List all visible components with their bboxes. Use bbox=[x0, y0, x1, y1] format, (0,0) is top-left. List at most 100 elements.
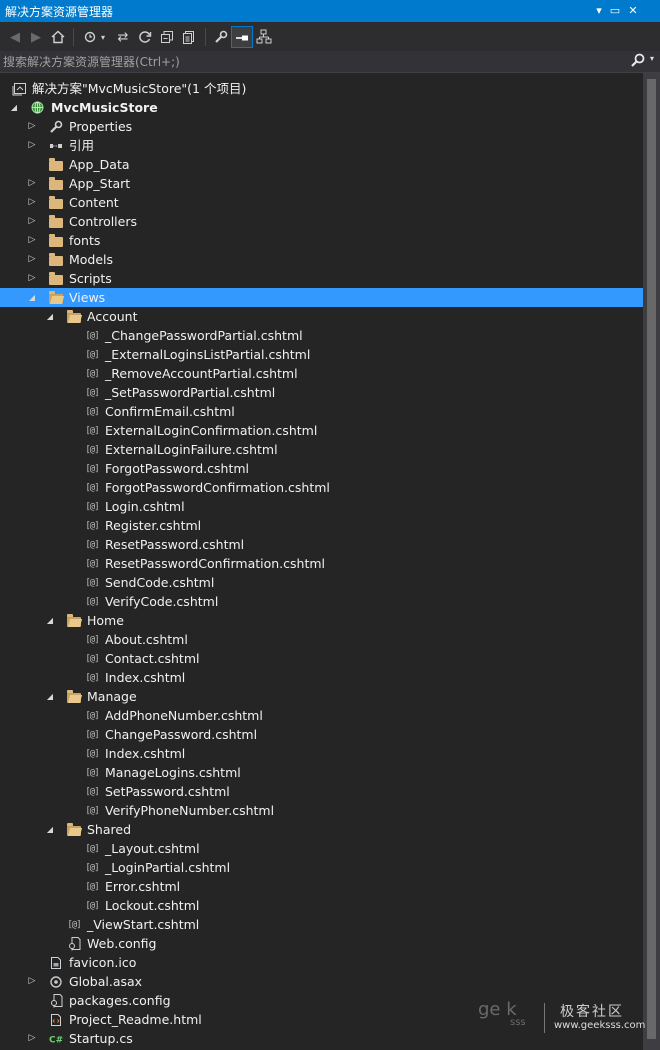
tree-item[interactable]: [@] ForgotPassword.cshtml bbox=[0, 459, 643, 478]
tree-item-label: Index.cshtml bbox=[105, 670, 186, 685]
tree-item[interactable]: [@] _ChangePasswordPartial.cshtml bbox=[0, 326, 643, 345]
close-icon[interactable]: ✕ bbox=[624, 2, 642, 20]
tree-item[interactable]: [@] _LoginPartial.cshtml bbox=[0, 858, 643, 877]
tree-item[interactable]: [@] _ExternalLoginsListPartial.cshtml bbox=[0, 345, 643, 364]
tree-item[interactable]: ◢ Shared bbox=[0, 820, 643, 839]
tree-item[interactable]: ▷ fonts bbox=[0, 231, 643, 250]
preview-selected-items-icon[interactable] bbox=[231, 26, 253, 48]
cshtml-icon: [@] bbox=[85, 862, 99, 873]
tree-item-label: Models bbox=[69, 252, 114, 267]
collapsed-arrow-icon[interactable]: ▷ bbox=[26, 117, 38, 136]
forward-icon[interactable]: ▶ bbox=[26, 27, 46, 47]
tree-item[interactable]: App_Data bbox=[0, 155, 643, 174]
tree-item[interactable]: ▷ Controllers bbox=[0, 212, 643, 231]
search-icon[interactable] bbox=[630, 52, 650, 72]
expanded-arrow-icon[interactable]: ◢ bbox=[8, 98, 20, 117]
search-input[interactable] bbox=[3, 53, 623, 70]
tree-item[interactable]: [@] Register.cshtml bbox=[0, 516, 643, 535]
tree-item[interactable]: ◢ Views bbox=[0, 288, 643, 307]
collapsed-arrow-icon[interactable]: ▷ bbox=[26, 174, 38, 193]
tree-item[interactable]: Web.config bbox=[0, 934, 643, 953]
tree-item[interactable]: ▷ Content bbox=[0, 193, 643, 212]
html-file-icon bbox=[48, 1012, 64, 1027]
tree-item-label: Account bbox=[87, 309, 138, 324]
tree-item[interactable]: [@] AddPhoneNumber.cshtml bbox=[0, 706, 643, 725]
tree-item[interactable]: ▷ App_Start bbox=[0, 174, 643, 193]
tree-item[interactable]: ▷ Global.asax bbox=[0, 972, 643, 991]
tree-item[interactable]: favicon.ico bbox=[0, 953, 643, 972]
title-bar: 解决方案资源管理器 ▾ ▭ ✕ bbox=[0, 0, 660, 22]
collapsed-arrow-icon[interactable]: ▷ bbox=[26, 1029, 38, 1048]
tree-item[interactable]: [@] VerifyPhoneNumber.cshtml bbox=[0, 801, 643, 820]
tree-item-label: App_Data bbox=[69, 157, 130, 172]
tree-item[interactable]: ▷ Properties bbox=[0, 117, 643, 136]
tree-item[interactable]: [@] ForgotPasswordConfirmation.cshtml bbox=[0, 478, 643, 497]
tree-item[interactable]: ◢ MvcMusicStore bbox=[0, 98, 643, 117]
refresh-icon[interactable] bbox=[135, 27, 155, 47]
collapsed-arrow-icon[interactable]: ▷ bbox=[26, 193, 38, 212]
folder-icon bbox=[48, 195, 64, 210]
tree-item[interactable]: [@] ResetPassword.cshtml bbox=[0, 535, 643, 554]
tree-item-label: Home bbox=[87, 613, 124, 628]
properties-wrench-icon[interactable] bbox=[211, 27, 231, 47]
expanded-arrow-icon[interactable]: ◢ bbox=[26, 288, 38, 307]
tree-item[interactable]: ▷ Models bbox=[0, 250, 643, 269]
folder-icon bbox=[48, 233, 64, 248]
tree-item[interactable]: [@] _ViewStart.cshtml bbox=[0, 915, 643, 934]
tree-item[interactable]: [@] ManageLogins.cshtml bbox=[0, 763, 643, 782]
tree-item[interactable]: ◢ Account bbox=[0, 307, 643, 326]
tree-item[interactable]: [@] ExternalLoginConfirmation.cshtml bbox=[0, 421, 643, 440]
tree-item[interactable]: [@] ResetPasswordConfirmation.cshtml bbox=[0, 554, 643, 573]
back-icon[interactable]: ◀ bbox=[5, 27, 25, 47]
tree-item[interactable]: [@] About.cshtml bbox=[0, 630, 643, 649]
tree-item[interactable]: [@] Index.cshtml bbox=[0, 744, 643, 763]
collapse-all-icon[interactable] bbox=[157, 27, 177, 47]
tree-item[interactable]: [@] _Layout.cshtml bbox=[0, 839, 643, 858]
tree-item[interactable]: [@] SendCode.cshtml bbox=[0, 573, 643, 592]
show-all-files-icon[interactable] bbox=[179, 27, 199, 47]
tree-item[interactable]: ◢ Home bbox=[0, 611, 643, 630]
collapsed-arrow-icon[interactable]: ▷ bbox=[26, 212, 38, 231]
pin-icon[interactable]: ▭ bbox=[606, 2, 624, 20]
tree-item-label: favicon.ico bbox=[69, 955, 137, 970]
tree-item[interactable]: [@] Error.cshtml bbox=[0, 877, 643, 896]
tree-item-label: ManageLogins.cshtml bbox=[105, 765, 241, 780]
solution-icon bbox=[11, 81, 27, 96]
cshtml-icon: [@] bbox=[85, 406, 99, 417]
sync-icon[interactable]: ⇄ bbox=[113, 27, 133, 47]
search-options-icon[interactable]: ▾ bbox=[650, 54, 654, 63]
tree-item[interactable]: [@] ConfirmEmail.cshtml bbox=[0, 402, 643, 421]
tree-item[interactable]: 解决方案"MvcMusicStore"(1 个项目) bbox=[0, 79, 643, 98]
class-diagram-icon[interactable] bbox=[254, 27, 274, 47]
tree-item[interactable]: [@] ExternalLoginFailure.cshtml bbox=[0, 440, 643, 459]
tree-item[interactable]: [@] _SetPasswordPartial.cshtml bbox=[0, 383, 643, 402]
expanded-arrow-icon[interactable]: ◢ bbox=[44, 307, 56, 326]
collapsed-arrow-icon[interactable]: ▷ bbox=[26, 972, 38, 991]
tree-item-label: Project_Readme.html bbox=[69, 1012, 202, 1027]
tree-item[interactable]: [@] Contact.cshtml bbox=[0, 649, 643, 668]
home-icon[interactable] bbox=[48, 27, 68, 47]
tree-item[interactable]: ◢ Manage bbox=[0, 687, 643, 706]
expanded-arrow-icon[interactable]: ◢ bbox=[44, 820, 56, 839]
tree-item[interactable]: [@] SetPassword.cshtml bbox=[0, 782, 643, 801]
tree-item[interactable]: ▷ Scripts bbox=[0, 269, 643, 288]
collapsed-arrow-icon[interactable]: ▷ bbox=[26, 136, 38, 155]
collapsed-arrow-icon[interactable]: ▷ bbox=[26, 231, 38, 250]
tree-item-label: About.cshtml bbox=[105, 632, 188, 647]
tree-item-label: SetPassword.cshtml bbox=[105, 784, 230, 799]
pending-dropdown-icon[interactable]: ▾ bbox=[97, 27, 109, 47]
collapsed-arrow-icon[interactable]: ▷ bbox=[26, 269, 38, 288]
tree-item[interactable]: ▷ 引用 bbox=[0, 136, 643, 155]
toolbar-separator bbox=[73, 28, 74, 46]
expanded-arrow-icon[interactable]: ◢ bbox=[44, 687, 56, 706]
tree-item[interactable]: [@] VerifyCode.cshtml bbox=[0, 592, 643, 611]
tree-item[interactable]: [@] Login.cshtml bbox=[0, 497, 643, 516]
tree-item[interactable]: [@] Index.cshtml bbox=[0, 668, 643, 687]
tree-item[interactable]: [@] Lockout.cshtml bbox=[0, 896, 643, 915]
vertical-scrollbar[interactable] bbox=[643, 73, 660, 1050]
tree-item[interactable]: [@] ChangePassword.cshtml bbox=[0, 725, 643, 744]
tree-item[interactable]: [@] _RemoveAccountPartial.cshtml bbox=[0, 364, 643, 383]
collapsed-arrow-icon[interactable]: ▷ bbox=[26, 250, 38, 269]
scrollbar-thumb[interactable] bbox=[647, 79, 656, 1039]
expanded-arrow-icon[interactable]: ◢ bbox=[44, 611, 56, 630]
